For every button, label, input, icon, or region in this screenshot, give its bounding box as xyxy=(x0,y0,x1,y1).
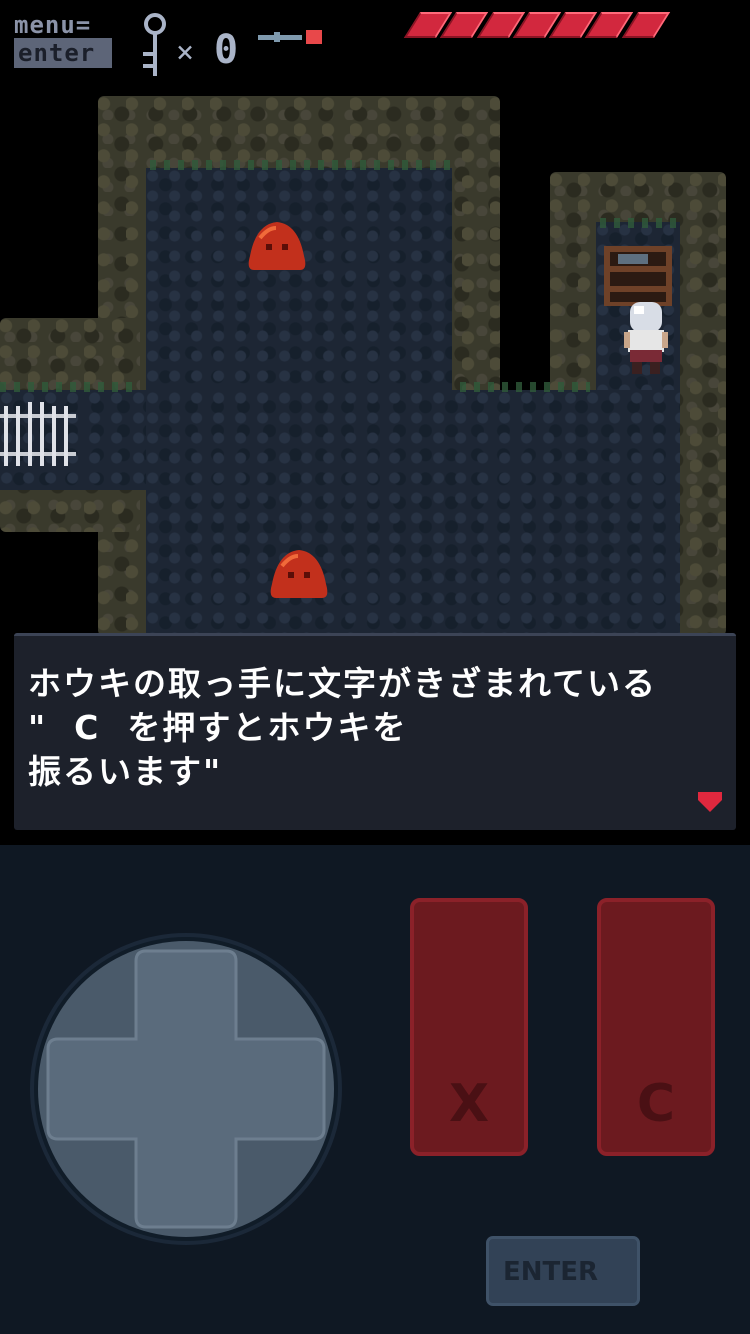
next-arrow-icon[interactable] xyxy=(698,790,722,812)
key-icon xyxy=(143,13,166,76)
wooden-shelf-icon xyxy=(604,246,672,306)
x-button-label: X xyxy=(448,1074,490,1134)
enter-button-label: ENTER xyxy=(503,1257,599,1287)
virtual-controller: X C ENTER xyxy=(0,845,750,1334)
red-slime-enemy xyxy=(248,222,306,270)
dialog-line-1: ホウキの取っ手に文字がきざまれている xyxy=(28,664,658,703)
iron-gate-icon xyxy=(0,402,76,466)
c-button-label: C xyxy=(636,1074,676,1134)
dialog-box[interactable]: ホウキの取っ手に文字がきざまれている " C を押すとホウキを 振るいます" xyxy=(14,633,736,830)
dialog-line-3: 振るいます" xyxy=(28,752,223,791)
menu-hint: menu= enter xyxy=(14,12,112,68)
player-character xyxy=(624,302,668,374)
menu-hint-label: menu= xyxy=(14,11,92,39)
grass-edge xyxy=(460,382,590,392)
game-screen: menu= enter × 0 ホウキの取っ手に文字がきざまれている " C を… xyxy=(0,0,750,845)
health-bar xyxy=(403,12,671,38)
dpad-icon[interactable] xyxy=(30,933,342,1245)
dungeon-floor-lower xyxy=(146,390,680,636)
key-counter: × 0 xyxy=(138,12,328,82)
dialog-line-2: " C を押すとホウキを xyxy=(28,708,408,747)
grass-edge xyxy=(0,382,140,392)
key-count: 0 xyxy=(214,27,239,73)
enter-button[interactable]: ENTER xyxy=(486,1236,640,1306)
grass-edge xyxy=(150,160,450,170)
grass-edge xyxy=(600,218,676,228)
menu-hint-key: enter xyxy=(14,38,112,68)
x-button[interactable]: X xyxy=(410,898,528,1156)
key-multiplier: × xyxy=(176,35,195,70)
c-button[interactable]: C xyxy=(597,898,715,1156)
broom-icon xyxy=(258,30,322,44)
red-slime-enemy xyxy=(270,550,328,598)
